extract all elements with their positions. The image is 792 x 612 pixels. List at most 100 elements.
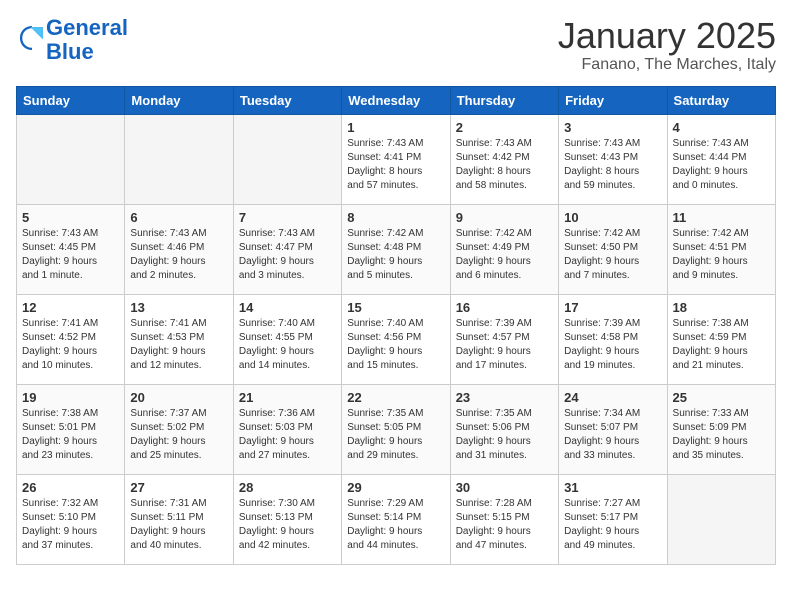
day-number: 30: [456, 480, 553, 495]
calendar-cell: 29 Sunrise: 7:29 AM Sunset: 5:14 PM Dayli…: [342, 474, 450, 564]
day-number: 2: [456, 120, 553, 135]
day-info: Sunrise: 7:31 AM Sunset: 5:11 PM Dayligh…: [130, 497, 227, 553]
calendar-cell: 31 Sunrise: 7:27 AM Sunset: 5:17 PM Dayli…: [559, 474, 667, 564]
day-info: Sunrise: 7:42 AM Sunset: 4:48 PM Dayligh…: [347, 227, 444, 283]
day-number: 23: [456, 390, 553, 405]
day-info: Sunrise: 7:30 AM Sunset: 5:13 PM Dayligh…: [239, 497, 336, 553]
week-row-3: 12 Sunrise: 7:41 AM Sunset: 4:52 PM Dayli…: [17, 294, 776, 384]
logo-general: General: [46, 15, 128, 40]
day-number: 13: [130, 300, 227, 315]
day-info: Sunrise: 7:32 AM Sunset: 5:10 PM Dayligh…: [22, 497, 119, 553]
calendar-cell: [125, 114, 233, 204]
day-info: Sunrise: 7:36 AM Sunset: 5:03 PM Dayligh…: [239, 407, 336, 463]
calendar-cell: 15 Sunrise: 7:40 AM Sunset: 4:56 PM Dayli…: [342, 294, 450, 384]
day-number: 7: [239, 210, 336, 225]
day-number: 1: [347, 120, 444, 135]
logo-icon: [18, 24, 46, 52]
day-number: 14: [239, 300, 336, 315]
calendar-cell: 5Sunrise: 7:43 AM Sunset: 4:45 PM Daylig…: [17, 204, 125, 294]
day-number: 31: [564, 480, 661, 495]
calendar-cell: 17Sunrise: 7:39 AM Sunset: 4:58 PM Dayli…: [559, 294, 667, 384]
calendar-cell: 30 Sunrise: 7:28 AM Sunset: 5:15 PM Dayli…: [450, 474, 558, 564]
day-info: Sunrise: 7:40 AM Sunset: 4:56 PM Dayligh…: [347, 317, 444, 373]
day-number: 12: [22, 300, 119, 315]
day-info: Sunrise: 7:43 AM Sunset: 4:46 PM Dayligh…: [130, 227, 227, 283]
header-sunday: Sunday: [17, 86, 125, 114]
day-number: 9: [456, 210, 553, 225]
day-number: 10: [564, 210, 661, 225]
logo: General Blue: [16, 16, 128, 64]
day-number: 22: [347, 390, 444, 405]
day-number: 17: [564, 300, 661, 315]
calendar-cell: 7 Sunrise: 7:43 AM Sunset: 4:47 PM Daylig…: [233, 204, 341, 294]
day-info: Sunrise: 7:43 AM Sunset: 4:43 PM Dayligh…: [564, 137, 661, 193]
day-number: 19: [22, 390, 119, 405]
day-info: Sunrise: 7:27 AM Sunset: 5:17 PM Dayligh…: [564, 497, 661, 553]
title-block: January 2025 Fanano, The Marches, Italy: [558, 16, 776, 74]
calendar-cell: 24 Sunrise: 7:34 AM Sunset: 5:07 PM Dayli…: [559, 384, 667, 474]
header-thursday: Thursday: [450, 86, 558, 114]
calendar-cell: 12 Sunrise: 7:41 AM Sunset: 4:52 PM Dayli…: [17, 294, 125, 384]
day-info: Sunrise: 7:40 AM Sunset: 4:55 PM Dayligh…: [239, 317, 336, 373]
day-info: Sunrise: 7:41 AM Sunset: 4:52 PM Dayligh…: [22, 317, 119, 373]
calendar-cell: 3Sunrise: 7:43 AM Sunset: 4:43 PM Daylig…: [559, 114, 667, 204]
day-number: 6: [130, 210, 227, 225]
calendar-cell: 20Sunrise: 7:37 AM Sunset: 5:02 PM Dayli…: [125, 384, 233, 474]
day-number: 11: [673, 210, 770, 225]
header-saturday: Saturday: [667, 86, 775, 114]
calendar-cell: 2 Sunrise: 7:43 AM Sunset: 4:42 PM Daylig…: [450, 114, 558, 204]
calendar-cell: [667, 474, 775, 564]
calendar-body: 1 Sunrise: 7:43 AM Sunset: 4:41 PM Daylig…: [17, 114, 776, 564]
day-info: Sunrise: 7:33 AM Sunset: 5:09 PM Dayligh…: [673, 407, 770, 463]
day-number: 21: [239, 390, 336, 405]
day-number: 28: [239, 480, 336, 495]
calendar-cell: [17, 114, 125, 204]
logo-text: General Blue: [46, 16, 128, 64]
day-info: Sunrise: 7:41 AM Sunset: 4:53 PM Dayligh…: [130, 317, 227, 373]
calendar-cell: 4 Sunrise: 7:43 AM Sunset: 4:44 PM Daylig…: [667, 114, 775, 204]
day-number: 24: [564, 390, 661, 405]
calendar-table: Sunday Monday Tuesday Wednesday Thursday…: [16, 86, 776, 565]
day-number: 16: [456, 300, 553, 315]
day-number: 29: [347, 480, 444, 495]
day-info: Sunrise: 7:29 AM Sunset: 5:14 PM Dayligh…: [347, 497, 444, 553]
calendar-cell: 14 Sunrise: 7:40 AM Sunset: 4:55 PM Dayli…: [233, 294, 341, 384]
calendar-cell: 13 Sunrise: 7:41 AM Sunset: 4:53 PM Dayli…: [125, 294, 233, 384]
calendar-cell: 25 Sunrise: 7:33 AM Sunset: 5:09 PM Dayli…: [667, 384, 775, 474]
calendar-cell: 16 Sunrise: 7:39 AM Sunset: 4:57 PM Dayli…: [450, 294, 558, 384]
day-number: 25: [673, 390, 770, 405]
calendar-cell: 23 Sunrise: 7:35 AM Sunset: 5:06 PM Dayli…: [450, 384, 558, 474]
day-info: Sunrise: 7:43 AM Sunset: 4:41 PM Dayligh…: [347, 137, 444, 193]
day-number: 18: [673, 300, 770, 315]
calendar-cell: 28 Sunrise: 7:30 AM Sunset: 5:13 PM Dayli…: [233, 474, 341, 564]
header: General Blue January 2025 Fanano, The Ma…: [16, 16, 776, 74]
day-info: Sunrise: 7:34 AM Sunset: 5:07 PM Dayligh…: [564, 407, 661, 463]
day-info: Sunrise: 7:42 AM Sunset: 4:50 PM Dayligh…: [564, 227, 661, 283]
day-info: Sunrise: 7:43 AM Sunset: 4:44 PM Dayligh…: [673, 137, 770, 193]
day-info: Sunrise: 7:38 AM Sunset: 5:01 PM Dayligh…: [22, 407, 119, 463]
calendar-cell: 9 Sunrise: 7:42 AM Sunset: 4:49 PM Daylig…: [450, 204, 558, 294]
day-number: 27: [130, 480, 227, 495]
day-number: 26: [22, 480, 119, 495]
location-title: Fanano, The Marches, Italy: [558, 56, 776, 74]
day-info: Sunrise: 7:42 AM Sunset: 4:51 PM Dayligh…: [673, 227, 770, 283]
calendar-cell: [233, 114, 341, 204]
day-info: Sunrise: 7:42 AM Sunset: 4:49 PM Dayligh…: [456, 227, 553, 283]
day-number: 15: [347, 300, 444, 315]
header-friday: Friday: [559, 86, 667, 114]
day-info: Sunrise: 7:28 AM Sunset: 5:15 PM Dayligh…: [456, 497, 553, 553]
day-info: Sunrise: 7:39 AM Sunset: 4:57 PM Dayligh…: [456, 317, 553, 373]
day-info: Sunrise: 7:43 AM Sunset: 4:42 PM Dayligh…: [456, 137, 553, 193]
day-number: 4: [673, 120, 770, 135]
page-container: General Blue January 2025 Fanano, The Ma…: [0, 0, 792, 573]
calendar-cell: 1 Sunrise: 7:43 AM Sunset: 4:41 PM Daylig…: [342, 114, 450, 204]
day-info: Sunrise: 7:35 AM Sunset: 5:06 PM Dayligh…: [456, 407, 553, 463]
month-title: January 2025: [558, 16, 776, 56]
day-info: Sunrise: 7:43 AM Sunset: 4:47 PM Dayligh…: [239, 227, 336, 283]
header-tuesday: Tuesday: [233, 86, 341, 114]
header-wednesday: Wednesday: [342, 86, 450, 114]
logo-blue: Blue: [46, 39, 94, 64]
week-row-1: 1 Sunrise: 7:43 AM Sunset: 4:41 PM Daylig…: [17, 114, 776, 204]
week-row-4: 19 Sunrise: 7:38 AM Sunset: 5:01 PM Dayli…: [17, 384, 776, 474]
day-number: 5: [22, 210, 119, 225]
